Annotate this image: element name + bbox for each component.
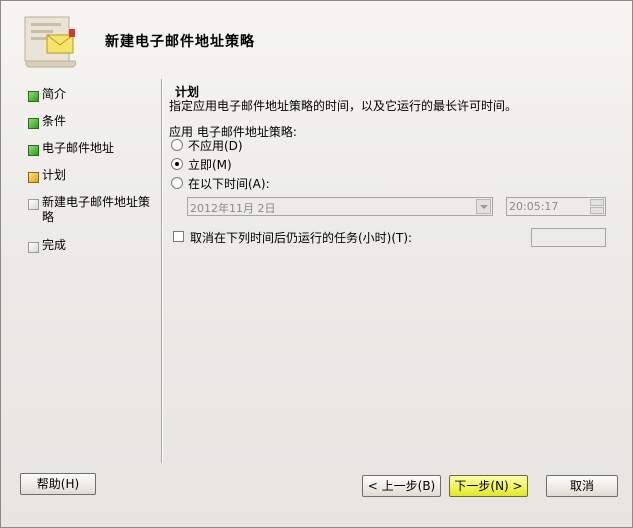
spin-down-icon[interactable]: [590, 207, 604, 214]
radio-button[interactable]: [171, 177, 183, 189]
help-button[interactable]: 帮助(H): [20, 473, 96, 495]
step-label: 电子邮件地址: [42, 141, 115, 155]
step-current-icon: [28, 172, 39, 183]
step-pending-icon: [28, 199, 39, 210]
vertical-divider: [161, 79, 163, 463]
email-policy-wizard-icon: [24, 16, 77, 68]
time-picker[interactable]: 20:05:17: [506, 197, 606, 216]
hours-input[interactable]: [531, 228, 606, 247]
step-done-icon: [28, 118, 39, 129]
cancel-button[interactable]: 取消: [546, 475, 618, 497]
wizard-steps: 简介 条件 电子邮件地址 计划 新建电子邮件地址策略 完成: [24, 87, 159, 265]
wizard-window: 新建电子邮件地址策略 简介 条件 电子邮件地址 计划 新建电子邮件地址策略 完成…: [0, 0, 633, 528]
time-value: 20:05:17: [509, 200, 559, 213]
wizard-title: 新建电子邮件地址策略: [105, 34, 255, 50]
radio-label[interactable]: 立即(M): [188, 156, 232, 173]
spin-up-icon[interactable]: [590, 199, 604, 206]
step-intro: 简介: [24, 87, 159, 114]
step-label: 条件: [42, 114, 67, 128]
step-label: 简介: [42, 87, 67, 101]
step-done-icon: [28, 145, 39, 156]
step-done-icon: [28, 91, 39, 102]
back-button[interactable]: < 上一步(B): [362, 475, 441, 497]
date-picker[interactable]: 2012年11月 2日: [187, 197, 493, 216]
radio-label[interactable]: 不应用(D): [188, 137, 243, 154]
step-label: 完成: [42, 238, 67, 252]
next-button[interactable]: 下一步(N) >: [449, 475, 528, 497]
step-email-addresses: 电子邮件地址: [24, 141, 159, 168]
step-conditions: 条件: [24, 114, 159, 141]
checkbox-label[interactable]: 取消在下列时间后仍运行的任务(小时)(T):: [190, 229, 412, 246]
dropdown-arrow-icon[interactable]: [476, 199, 491, 214]
date-value: 2012年11月 2日: [190, 202, 276, 215]
section-description: 指定应用电子邮件地址策略的时间，以及它运行的最长许可时间。: [169, 99, 518, 113]
spinner[interactable]: [590, 199, 604, 214]
step-completion: 完成: [24, 238, 159, 265]
step-new-policy: 新建电子邮件地址策略: [24, 195, 159, 238]
radio-label[interactable]: 在以下时间(A):: [188, 175, 270, 192]
step-label: 新建电子邮件地址策略: [42, 195, 151, 224]
radio-button-selected[interactable]: [171, 158, 183, 170]
step-label: 计划: [42, 168, 67, 182]
cancel-task-checkbox[interactable]: [173, 231, 184, 242]
radio-button[interactable]: [171, 139, 183, 151]
step-pending-icon: [28, 242, 39, 253]
step-schedule: 计划: [24, 168, 159, 195]
